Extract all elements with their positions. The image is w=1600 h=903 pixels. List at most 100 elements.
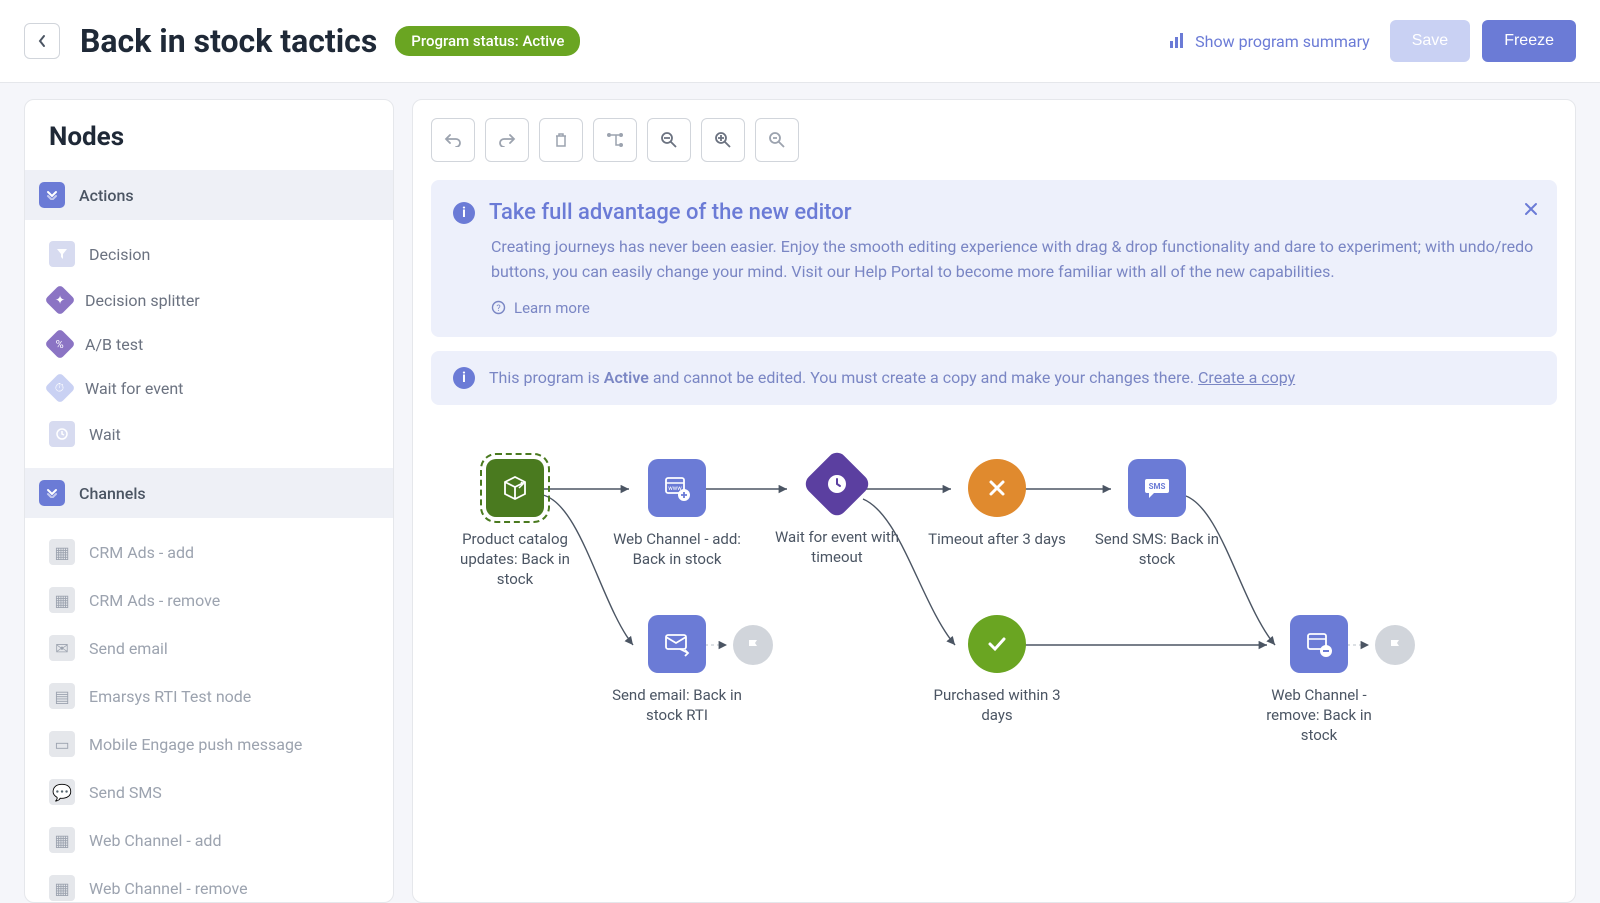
close-circle-icon [968, 459, 1026, 517]
node-rti-test[interactable]: ▤ Emarsys RTI Test node [25, 672, 393, 720]
toolbar [431, 118, 1557, 162]
close-icon [1523, 201, 1539, 217]
percent-icon: % [44, 328, 75, 359]
flow-label: Send SMS: Back in stock [1087, 529, 1227, 570]
help-icon: ? [491, 300, 506, 315]
node-decision-splitter[interactable]: ✦ Decision splitter [25, 278, 393, 322]
chevron-left-icon [37, 34, 47, 48]
zoom-out-button[interactable] [647, 118, 691, 162]
show-summary-link[interactable]: Show program summary [1169, 32, 1370, 51]
undo-icon [444, 133, 462, 147]
zoom-out-icon [660, 131, 678, 149]
sidebar: Nodes Actions Decision ✦ Decision splitt… [24, 99, 394, 903]
node-item-label: Send email [89, 639, 168, 658]
flow-canvas[interactable]: Product catalog updates: Back in stock w… [431, 445, 1557, 845]
node-send-email[interactable]: ✉ Send email [25, 624, 393, 672]
page-title: Back in stock tactics [80, 22, 377, 60]
node-crm-ads-add[interactable]: ▦CRM Ads - add [25, 528, 393, 576]
email-icon: ✉ [49, 635, 75, 661]
flow-node-email[interactable]: Send email: Back in stock RTI [607, 615, 747, 726]
save-button[interactable]: Save [1390, 20, 1470, 62]
flow-end-flag [1375, 625, 1415, 677]
web-remove-icon: ▦ [49, 875, 75, 901]
branch-icon [606, 132, 624, 148]
back-button[interactable] [24, 23, 60, 59]
diamond-split-icon: ✦ [44, 284, 75, 315]
email-send-icon [648, 615, 706, 673]
node-wait[interactable]: Wait [25, 410, 393, 458]
clock-event-icon: ⏱ [44, 372, 75, 403]
delete-button[interactable] [539, 118, 583, 162]
node-item-label: Decision [89, 245, 150, 264]
undo-button[interactable] [431, 118, 475, 162]
flow-node-start[interactable]: Product catalog updates: Back in stock [445, 459, 585, 590]
node-push[interactable]: ▭ Mobile Engage push message [25, 720, 393, 768]
ads-add-icon: ▦ [49, 539, 75, 565]
web-add-icon: www [648, 459, 706, 517]
push-icon: ▭ [49, 731, 75, 757]
chevron-down-icon [39, 182, 65, 208]
flow-node-purchased[interactable]: Purchased within 3 days [927, 615, 1067, 726]
node-crm-ads-remove[interactable]: ▦CRM Ads - remove [25, 576, 393, 624]
package-icon [486, 459, 544, 517]
flow-label: Purchased within 3 days [927, 685, 1067, 726]
section-actions-header[interactable]: Actions [25, 170, 393, 220]
node-decision[interactable]: Decision [25, 230, 393, 278]
sidebar-title: Nodes [25, 100, 393, 170]
flow-label: Wait for event with timeout [767, 527, 907, 568]
redo-icon [498, 133, 516, 147]
freeze-button[interactable]: Freeze [1482, 20, 1576, 62]
flow-node-web-remove[interactable]: Web Channel - remove: Back in stock [1249, 615, 1389, 746]
create-copy-link[interactable]: Create a copy [1198, 368, 1295, 387]
test-icon: ▤ [49, 683, 75, 709]
node-item-label: Emarsys RTI Test node [89, 687, 251, 706]
node-web-add[interactable]: ▦Web Channel - add [25, 816, 393, 864]
warning-bold: Active [604, 368, 649, 387]
flow-node-sms[interactable]: SMS Send SMS: Back in stock [1087, 459, 1227, 570]
flow-node-web-add[interactable]: www Web Channel - add: Back in stock [607, 459, 747, 570]
svg-text:SMS: SMS [1149, 482, 1166, 491]
node-item-label: Wait for event [85, 379, 183, 398]
zoom-fit-button[interactable] [755, 118, 799, 162]
node-wait-for-event[interactable]: ⏱ Wait for event [25, 366, 393, 410]
info-icon: i [453, 202, 475, 224]
node-item-label: Mobile Engage push message [89, 735, 302, 754]
canvas: i Take full advantage of the new editor … [412, 99, 1576, 903]
notice-body: Creating journeys has never been easier.… [453, 235, 1535, 285]
summary-link-label: Show program summary [1195, 32, 1370, 51]
flow-node-timeout[interactable]: Timeout after 3 days [927, 459, 1067, 549]
zoom-in-button[interactable] [701, 118, 745, 162]
node-send-sms[interactable]: 💬Send SMS [25, 768, 393, 816]
svg-text:?: ? [496, 304, 500, 314]
funnel-icon [49, 241, 75, 267]
node-item-label: A/B test [85, 335, 143, 354]
warning-prefix: This program is [489, 368, 604, 387]
zoom-in-icon [714, 131, 732, 149]
redo-button[interactable] [485, 118, 529, 162]
sms-icon: 💬 [49, 779, 75, 805]
node-item-label: Web Channel - remove [89, 879, 248, 898]
check-circle-icon [968, 615, 1026, 673]
node-item-label: Web Channel - add [89, 831, 221, 850]
section-channels-label: Channels [79, 484, 146, 503]
web-remove-icon [1290, 615, 1348, 673]
status-badge: Program status: Active [395, 26, 580, 56]
learn-more-link[interactable]: ? Learn more [453, 299, 1535, 317]
editor-notice: i Take full advantage of the new editor … [431, 180, 1557, 337]
close-notice-button[interactable] [1523, 198, 1539, 222]
section-channels-header[interactable]: Channels [25, 468, 393, 518]
bar-chart-icon [1169, 33, 1187, 49]
node-item-label: Decision splitter [85, 291, 200, 310]
flow-label: Send email: Back in stock RTI [607, 685, 747, 726]
notice-title: Take full advantage of the new editor [489, 200, 852, 225]
node-web-remove[interactable]: ▦ Web Channel - remove [25, 864, 393, 903]
branch-button[interactable] [593, 118, 637, 162]
sms-icon: SMS [1128, 459, 1186, 517]
node-ab-test[interactable]: % A/B test [25, 322, 393, 366]
flow-end-flag [733, 625, 773, 677]
flow-label: Product catalog updates: Back in stock [445, 529, 585, 590]
node-item-label: Wait [89, 425, 121, 444]
trash-icon [554, 132, 568, 148]
clock-event-icon [802, 448, 873, 519]
flow-node-wait-event[interactable]: Wait for event with timeout [767, 459, 907, 568]
